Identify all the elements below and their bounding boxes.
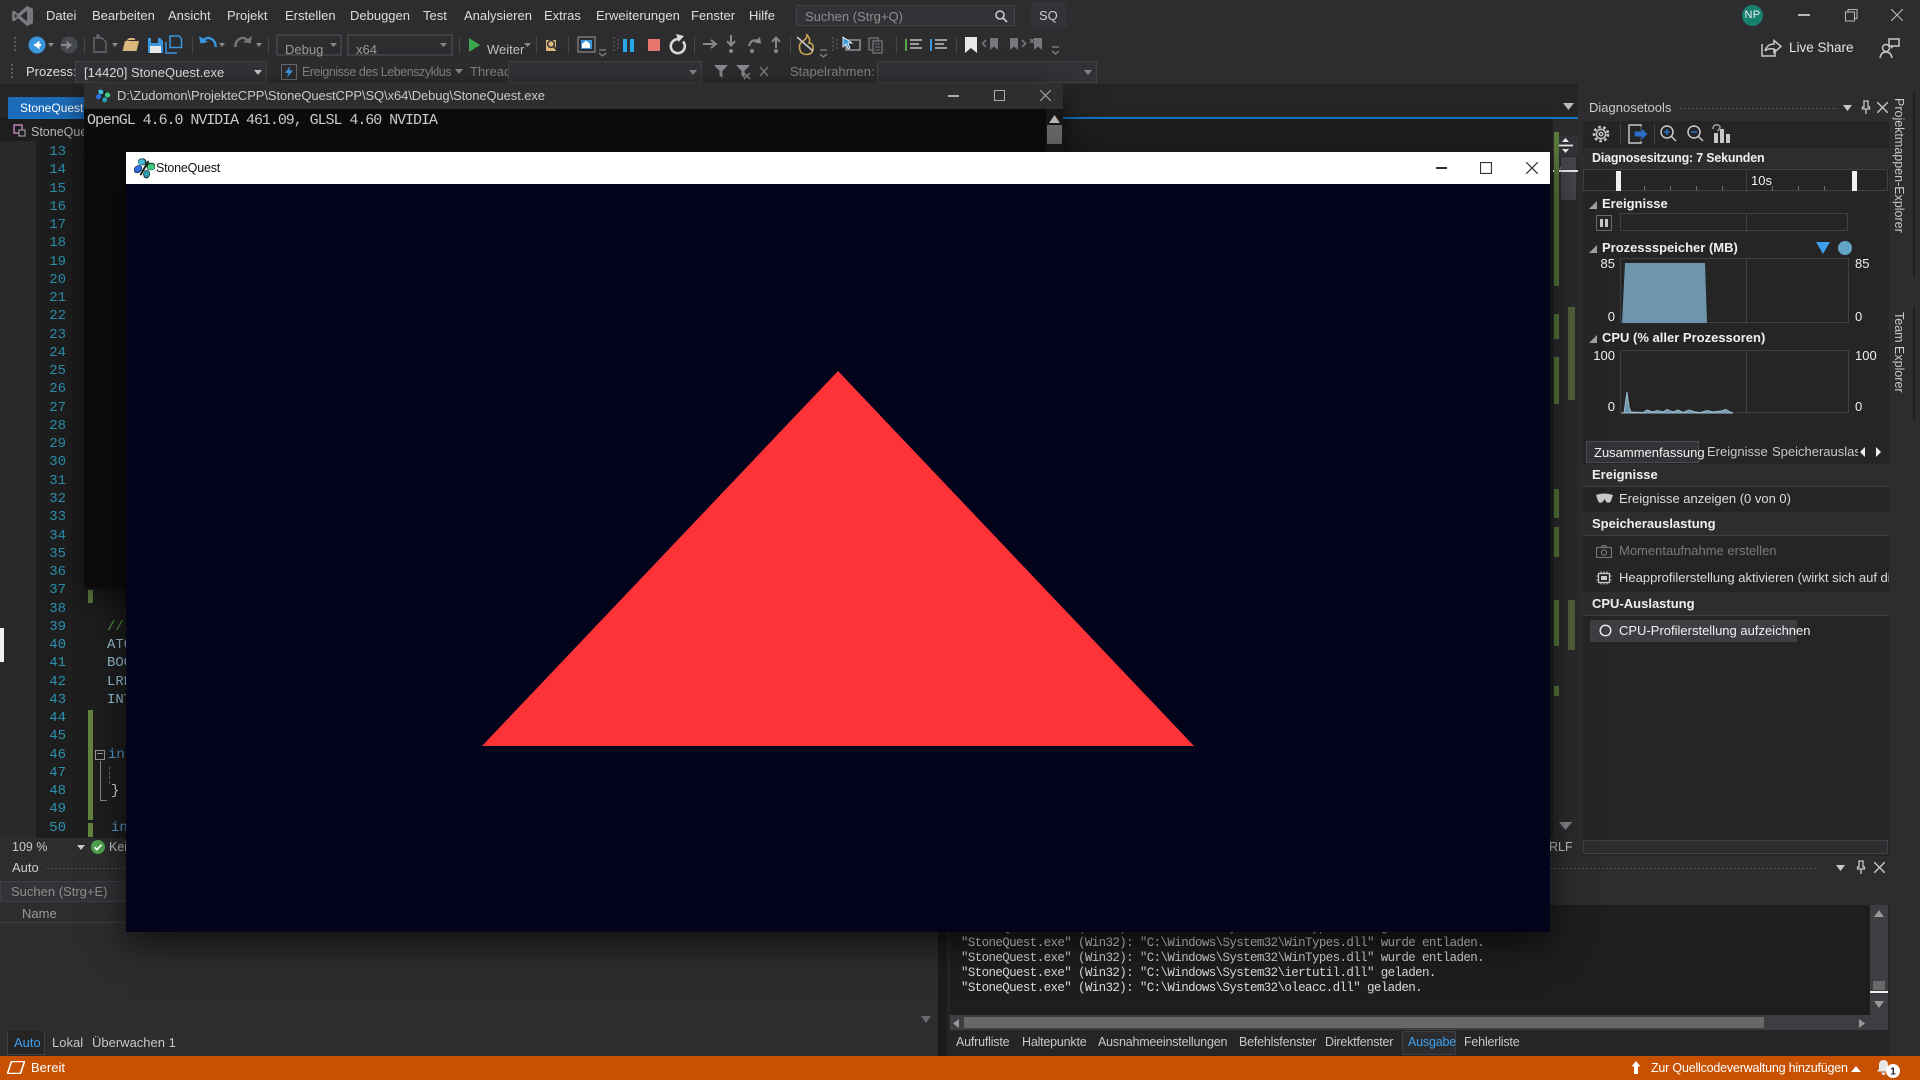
svg-text:1: 1 [1890,1067,1896,1078]
